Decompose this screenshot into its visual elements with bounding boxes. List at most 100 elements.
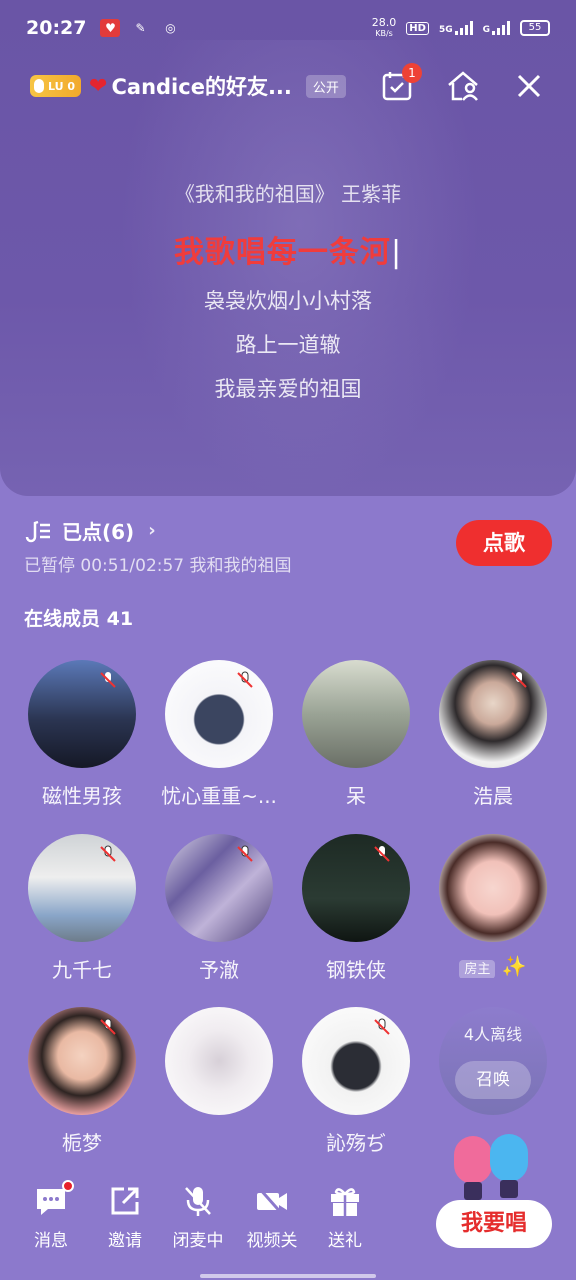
room-manage-button[interactable] xyxy=(446,69,480,103)
offline-count: 4人离线 xyxy=(463,1025,523,1044)
avatar xyxy=(165,660,273,768)
home-indicator xyxy=(200,1274,376,1278)
task-button[interactable]: 1 xyxy=(380,63,422,103)
invite-button[interactable]: 邀请 xyxy=(95,1184,155,1251)
visibility-tag: 公开 xyxy=(305,74,346,98)
lyric-line: 袅袅炊烟小小村落 xyxy=(204,289,372,313)
gift-label: 送礼 xyxy=(328,1231,362,1251)
lyrics-area: 《我和我的祖国》 王紫菲 我歌唱每一条河| 袅袅炊烟小小村落 路上一道辙 我最亲… xyxy=(0,178,576,403)
online-members-title: 在线成员 41 xyxy=(24,608,134,630)
member-card[interactable]: 呆 xyxy=(288,660,424,809)
lyric-line: 路上一道辙 xyxy=(235,333,341,357)
video-status-label: 视频关 xyxy=(246,1231,298,1251)
order-song-button[interactable]: 点歌 xyxy=(456,520,552,566)
avatar xyxy=(28,1007,136,1115)
avatar xyxy=(28,660,136,768)
net-speed-unit: KB/s xyxy=(375,28,393,38)
close-icon xyxy=(517,74,541,98)
microphone-art-icon xyxy=(454,1134,528,1200)
room-title[interactable]: Candice的好友... xyxy=(111,71,291,101)
mic-status-label: 闭麦中 xyxy=(172,1231,224,1251)
member-card[interactable]: 忧心重重~... xyxy=(151,660,287,809)
mic-off-icon xyxy=(100,1018,116,1035)
status-right: 28.0 KB/s HD 5G G 55 xyxy=(371,15,550,39)
bottom-toolbar: 消息 邀请 闭麦中 视频关 送礼 我要唱 xyxy=(0,1134,576,1280)
member-name: 訫殇ぢ xyxy=(326,1131,386,1155)
message-label: 消息 xyxy=(34,1231,68,1251)
mic-toggle-button[interactable]: 闭麦中 xyxy=(168,1184,228,1251)
battery-icon: 55 xyxy=(520,20,550,36)
share-icon xyxy=(108,1184,142,1218)
video-toggle-button[interactable]: 视频关 xyxy=(242,1184,302,1251)
lyric-line: 我最亲爱的祖国 xyxy=(214,377,362,401)
mic-off-icon xyxy=(181,1184,215,1218)
member-card[interactable]: 栀梦 xyxy=(14,1007,150,1156)
invite-label: 邀请 xyxy=(108,1231,142,1251)
member-card[interactable] xyxy=(151,1007,287,1127)
member-card[interactable]: 予澈 xyxy=(151,834,287,983)
home-user-icon xyxy=(448,71,478,101)
avatar xyxy=(302,1007,410,1115)
status-bar: 20:27 ♥ ✎ ◎ 28.0 KB/s HD 5G G 55 xyxy=(0,0,576,56)
message-icon xyxy=(34,1180,74,1218)
member-name: 忧心重重~... xyxy=(161,784,277,808)
heart-icon: ❤ xyxy=(89,73,108,99)
member-name: 呆 xyxy=(346,784,366,808)
network-speed: 28.0 KB/s xyxy=(371,15,397,39)
avatar xyxy=(302,660,410,768)
signal-5g-label: 5G xyxy=(438,25,453,35)
member-card[interactable]: 钢铁侠 xyxy=(288,834,424,983)
summon-button[interactable]: 召唤 xyxy=(455,1061,531,1099)
member-card[interactable]: 九千七 xyxy=(14,834,150,983)
weibo-icon: ✎ xyxy=(135,21,146,35)
playlist-icon xyxy=(25,520,50,542)
level-label: LU 0 xyxy=(48,79,76,93)
mic-badge-icon xyxy=(34,79,44,93)
mic-off-icon xyxy=(237,845,253,862)
netease-icon: ◎ xyxy=(165,21,176,35)
mic-off-icon xyxy=(237,671,253,688)
net-speed-value: 28.0 xyxy=(371,15,397,29)
video-off-icon xyxy=(255,1184,289,1218)
avatar xyxy=(302,834,410,942)
signal-g-label: G xyxy=(482,25,490,35)
app-notification-icon: ♥ xyxy=(100,19,121,37)
song-title: 《我和我的祖国》 王紫菲 xyxy=(174,182,402,206)
mic-off-icon xyxy=(374,1018,390,1035)
member-name: 房主 ✨ xyxy=(425,954,561,978)
member-name: 磁性男孩 xyxy=(42,784,122,808)
mic-off-icon xyxy=(100,672,116,688)
avatar xyxy=(439,660,547,768)
task-badge: 1 xyxy=(402,63,422,83)
member-card[interactable]: 訫殇ぢ xyxy=(288,1007,424,1156)
signal-5g-icon: 5G xyxy=(439,21,473,35)
signal-g-icon: G xyxy=(483,21,510,35)
gift-button[interactable]: 送礼 xyxy=(315,1184,375,1251)
mic-off-icon xyxy=(374,846,390,862)
status-time: 20:27 xyxy=(26,17,87,39)
queue-label: 已点(6) xyxy=(62,520,135,544)
member-name: 予澈 xyxy=(199,958,239,982)
offline-card: 4人离线 召唤 xyxy=(425,1007,561,1115)
playing-row: 已点(6) › 已暂停 00:51/02:57 我和我的祖国 点歌 xyxy=(24,516,552,576)
current-lyric-text: 我歌唱每一条河 xyxy=(173,235,391,270)
member-card[interactable]: 房主 ✨ xyxy=(425,834,561,978)
sing-button[interactable]: 我要唱 xyxy=(436,1200,552,1248)
mic-off-icon xyxy=(100,845,116,862)
member-card[interactable]: 磁性男孩 xyxy=(14,660,150,809)
room-header: LU 0 ❤ Candice的好友... 公开 1 xyxy=(0,60,576,112)
chevron-right-icon: › xyxy=(148,520,156,541)
avatar xyxy=(28,834,136,942)
message-button[interactable]: 消息 xyxy=(21,1180,81,1251)
unread-dot xyxy=(62,1180,74,1192)
current-lyric: 我歌唱每一条河| xyxy=(173,235,403,270)
sparkle-icon: ✨ xyxy=(501,954,527,978)
level-badge[interactable]: LU 0 xyxy=(30,75,82,97)
avatar xyxy=(439,834,547,942)
mic-off-icon xyxy=(511,672,527,688)
gift-icon xyxy=(328,1184,362,1218)
member-name: 九千七 xyxy=(52,958,112,982)
avatar xyxy=(165,1007,273,1115)
member-card[interactable]: 浩晨 xyxy=(425,660,561,809)
close-button[interactable] xyxy=(512,69,546,103)
